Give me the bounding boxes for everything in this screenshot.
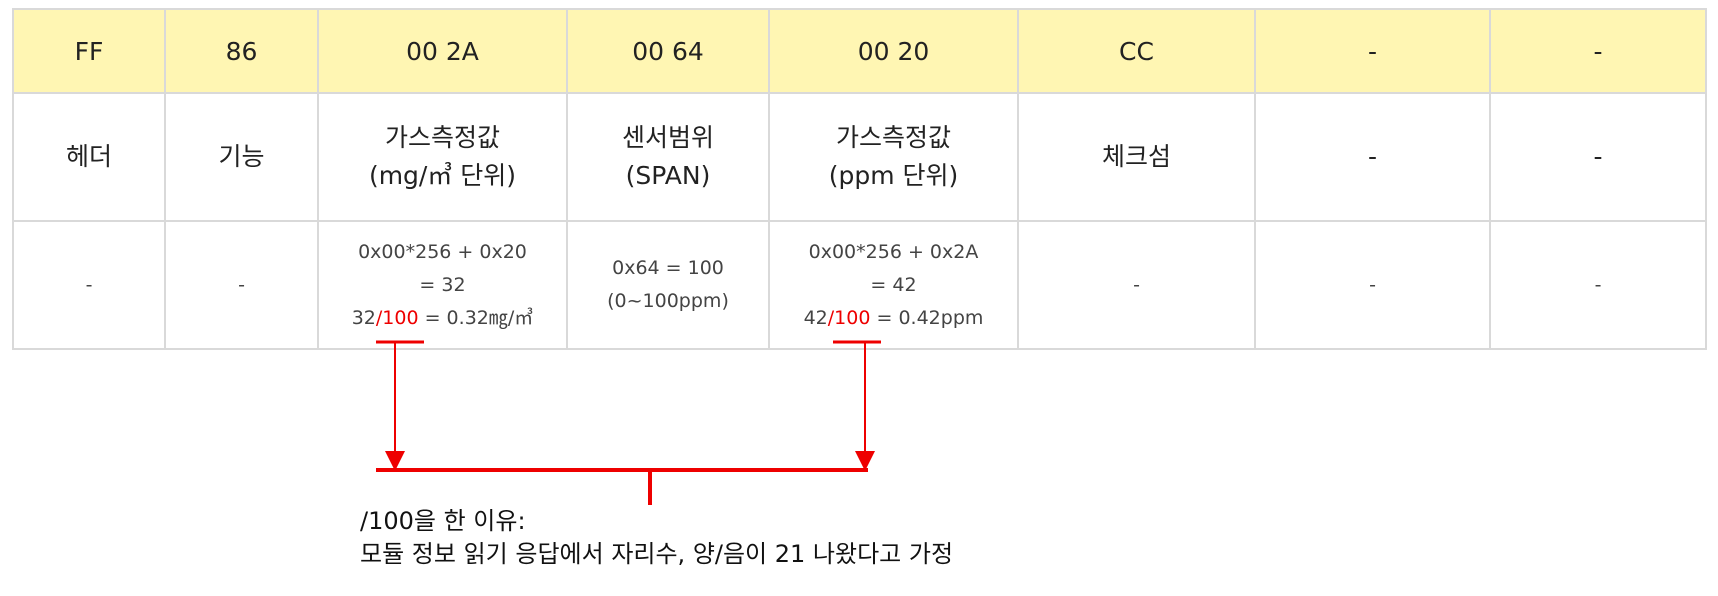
calc-cell-empty: - [1489,220,1707,350]
desc-cell-gas-ppm: 가스측정값 (ppm 단위) [768,92,1019,222]
divisor-highlight: /100 [375,306,419,329]
note-body: 모듈 정보 읽기 응답에서 자리수, 양/음이 21 나왔다고 가정 [360,540,954,568]
calc-range-line: (0~100ppm) [607,290,729,312]
calc-result-line: = 32 [419,273,466,296]
calc-cell-span: 0x64 = 100 (0~100ppm) [566,220,770,350]
desc-cell-gas-mg: 가스측정값 (mg/㎥ 단위) [317,92,568,222]
desc-line: (ppm 단위) [828,161,959,190]
hex-cell-empty: - [1489,8,1707,94]
desc-line: 가스측정값 [384,123,500,152]
calc-scaled-line: 42/100 = 0.42ppm [770,302,1017,335]
desc-line: - [1367,142,1378,171]
desc-cell-span: 센서범위 (SPAN) [566,92,770,222]
calc-cell-checksum: - [1017,220,1256,350]
hex-cell-header: FF [12,8,166,94]
desc-cell-empty: - [1254,92,1491,222]
calc-cell-function: - [164,220,319,350]
calc-scaled-line: 32/100 = 0.32㎎/㎥ [319,302,566,335]
hex-cell-checksum: CC [1017,8,1256,94]
calc-cell-header: - [12,220,166,350]
calc-scaled-value: = 0.32㎎/㎥ [418,306,534,329]
calc-cell-empty: - [1254,220,1491,350]
calculation-row: - - 0x00*256 + 0x20 = 32 32/100 = 0.32㎎/… [12,220,1707,350]
desc-line: 기능 [218,142,265,171]
divisor-highlight: /100 [827,306,871,329]
calc-cell-gas-mg: 0x00*256 + 0x20 = 32 32/100 = 0.32㎎/㎥ [317,220,568,350]
calc-result-line: = 42 [870,273,917,296]
calc-scaled-value: = 0.42ppm [870,306,984,329]
desc-line: 헤더 [65,142,112,171]
calc-formula-line: 0x00*256 + 0x2A [808,240,979,263]
desc-line: (mg/㎥ 단위) [368,161,517,190]
calc-raw-value: 42 [803,306,828,329]
desc-line: - [1593,142,1603,171]
desc-cell-checksum: 체크섬 [1017,92,1256,222]
desc-line: 체크섬 [1101,142,1171,171]
hex-cell-span: 00 64 [566,8,770,94]
hex-cell-gas-ppm: 00 20 [768,8,1019,94]
hex-cell-empty: - [1254,8,1491,94]
hex-cell-function: 86 [164,8,319,94]
desc-cell-function: 기능 [164,92,319,222]
annotation-note: /100을 한 이유: 모듈 정보 읽기 응답에서 자리수, 양/음이 21 나… [360,505,953,571]
hex-bytes-row: FF 86 00 2A 00 64 00 20 CC - - [12,8,1707,94]
desc-cell-empty: - [1489,92,1707,222]
calc-formula-line: 0x00*256 + 0x20 [358,240,527,263]
protocol-frame-table: FF 86 00 2A 00 64 00 20 CC - - 헤더 기능 가스측… [12,8,1707,350]
desc-line: (SPAN) [625,161,711,190]
desc-line: 가스측정값 [835,123,951,152]
calc-raw-value: 32 [351,306,376,329]
calc-formula-line: 0x64 = 100 [612,257,724,279]
desc-line: 센서범위 [621,123,714,152]
hex-cell-gas-mg: 00 2A [317,8,568,94]
note-title: /100을 한 이유: [360,507,526,535]
field-description-row: 헤더 기능 가스측정값 (mg/㎥ 단위) 센서범위 (SPAN) 가스측정값 … [12,92,1707,222]
desc-cell-header: 헤더 [12,92,166,222]
arrow-head-mg [385,451,405,471]
calc-cell-gas-ppm: 0x00*256 + 0x2A = 42 42/100 = 0.42ppm [768,220,1019,350]
arrow-head-ppm [855,451,875,471]
